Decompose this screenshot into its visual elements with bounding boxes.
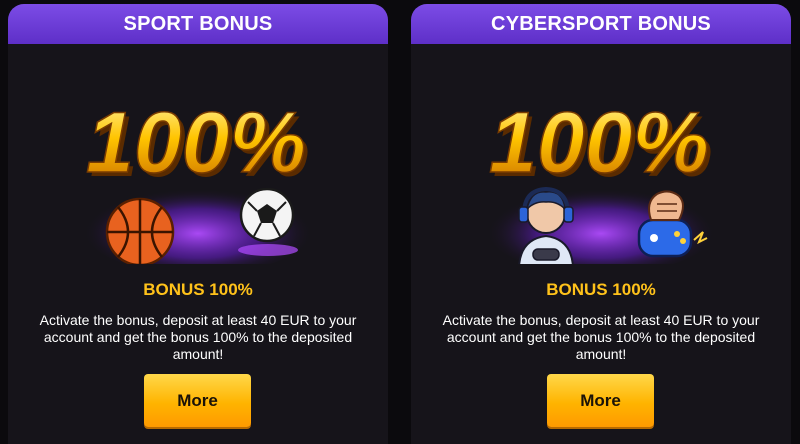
more-button[interactable]: More xyxy=(547,374,654,427)
bonus-label: BONUS 100% xyxy=(143,280,253,299)
more-button[interactable]: More xyxy=(144,374,251,427)
hero-illustration: 100% 100% xyxy=(486,94,716,264)
sport-bonus-card: SPORT BONUS 100% 100% BONUS 100% Activat… xyxy=(8,4,388,444)
bonus-hero-graphic: 100% 100% xyxy=(411,44,791,264)
card-title: SPORT BONUS xyxy=(8,4,388,44)
hero-percent-text: 100% 100% xyxy=(85,94,310,195)
card-title: CYBERSPORT BONUS xyxy=(411,4,791,44)
svg-text:100%: 100% xyxy=(86,95,306,191)
bonus-hero-graphic: 100% 100% xyxy=(8,44,388,264)
bonus-description: Activate the bonus, deposit at least 40 … xyxy=(442,312,760,362)
svg-text:100%: 100% xyxy=(489,95,709,191)
hero-illustration: 100% 100% xyxy=(83,94,313,264)
cybersport-bonus-card: CYBERSPORT BONUS 100% 100% BONUS 100% Ac… xyxy=(411,4,791,444)
hero-percent-text: 100% 100% xyxy=(488,94,713,195)
bonus-label: BONUS 100% xyxy=(546,280,656,299)
bonus-description: Activate the bonus, deposit at least 40 … xyxy=(39,312,357,362)
soccer-ball-icon xyxy=(238,187,298,256)
basketball-icon xyxy=(105,197,175,264)
bonus-page: SPORT BONUS 100% 100% BONUS 100% Activat… xyxy=(0,0,800,444)
